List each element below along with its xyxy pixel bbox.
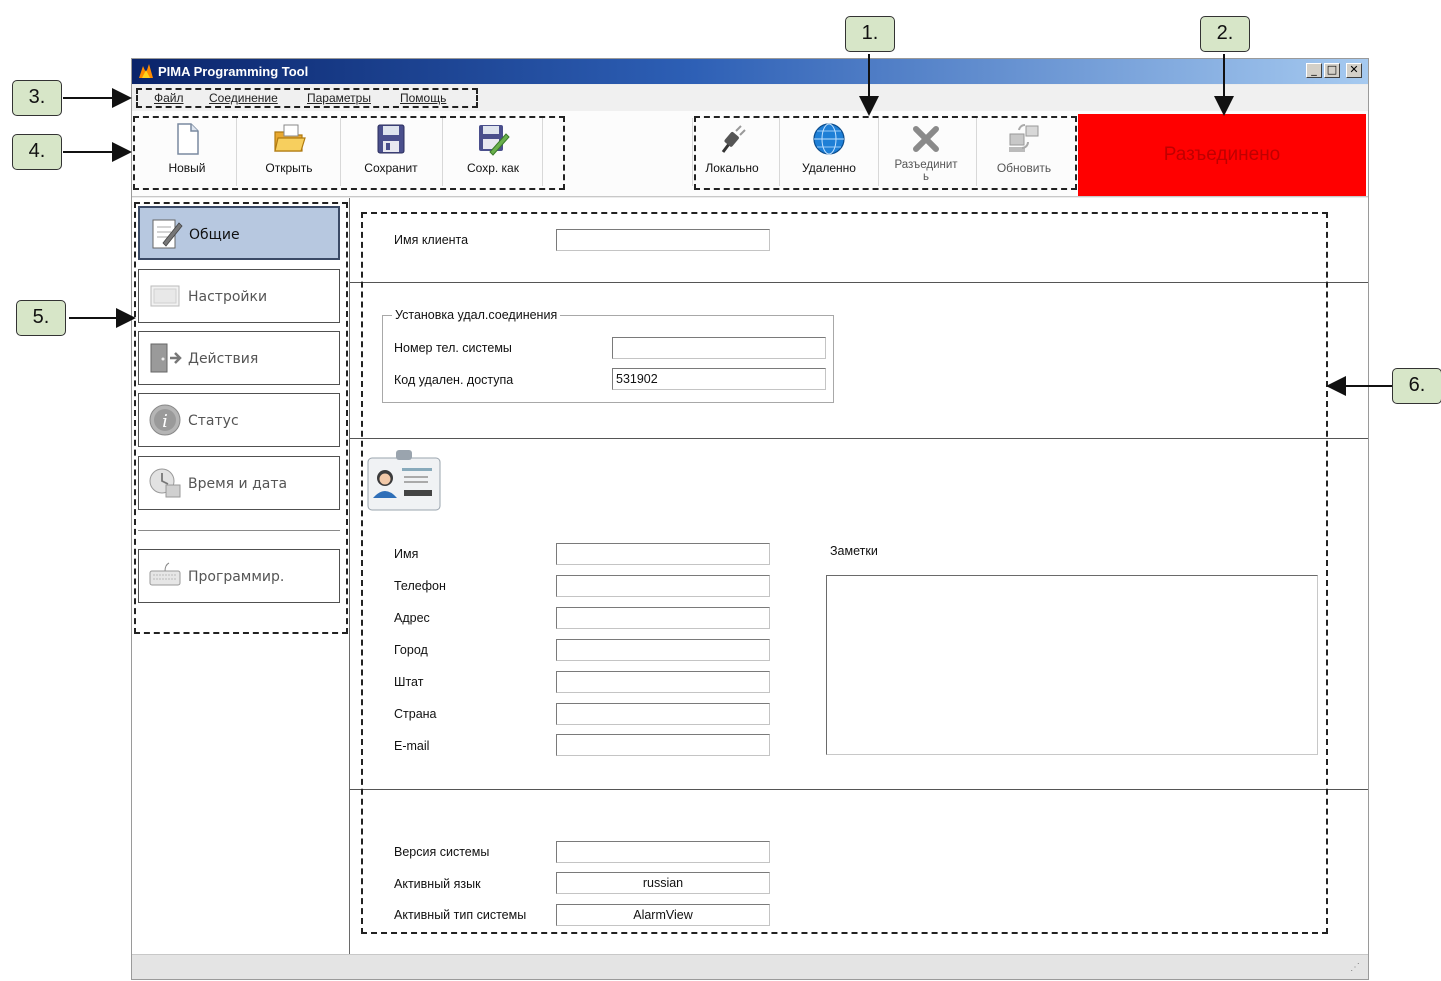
callout-6: 6.	[1392, 368, 1441, 404]
callout-4: 4.	[12, 134, 62, 170]
callout-5: 5.	[16, 300, 66, 336]
callout-2: 2.	[1200, 16, 1250, 52]
callout-3: 3.	[12, 80, 62, 116]
callout-arrows	[63, 54, 1392, 396]
callout-1: 1.	[845, 16, 895, 52]
